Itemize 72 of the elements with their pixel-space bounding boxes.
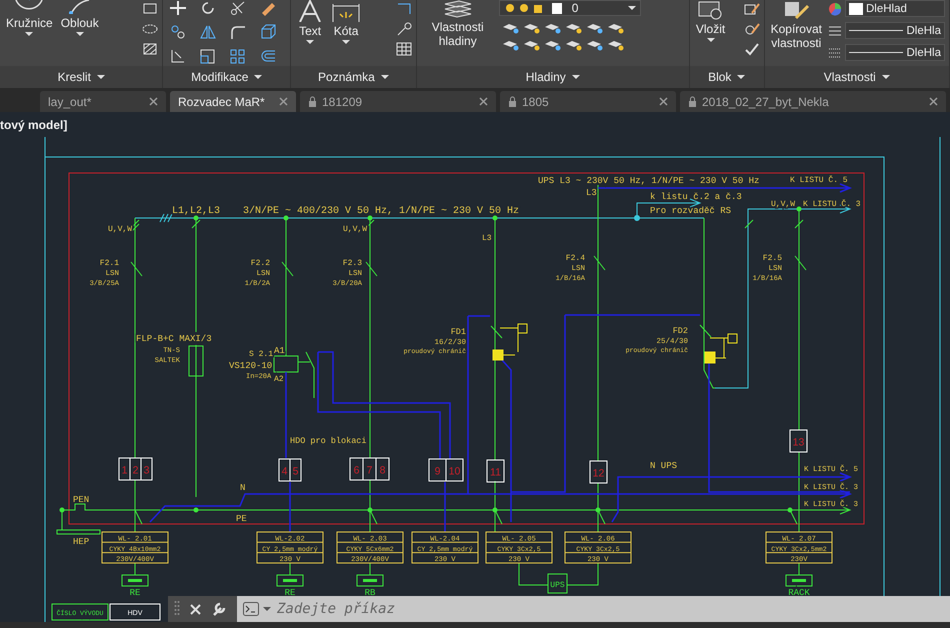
schematic-label: U,V,W	[771, 200, 796, 209]
schematic-label: UPS L3 ~ 230V 50 Hz, 1/N/PE ~ 230 V 50 Hz	[538, 176, 760, 186]
terminal-number: 5	[292, 466, 298, 478]
viewport-label[interactable]: tový model]	[0, 112, 68, 137]
schematic-label: K LISTU Č. 3	[803, 200, 861, 209]
schematic-label: FLP-B+C MAXI/3	[136, 334, 212, 344]
terminal-number: 4	[282, 466, 288, 478]
schematic-label: PE	[236, 514, 247, 524]
load-label: RE	[284, 588, 296, 598]
circle-tool[interactable]: Kružnice	[4, 0, 55, 36]
layer-dropdown[interactable]: 0	[498, 0, 641, 16]
schematic-label: N	[240, 483, 246, 493]
schematic-label: U,V,W	[108, 225, 132, 234]
file-tab[interactable]: 1805	[500, 91, 676, 112]
terminal-number: 9	[434, 466, 440, 478]
panel-title[interactable]: Vlastnosti	[764, 66, 949, 88]
panel-title[interactable]: Poznámka	[291, 66, 416, 88]
insert-block-tool[interactable]: Vložit	[694, 0, 728, 42]
file-tab[interactable]: Rozvadec MaR*	[170, 91, 296, 112]
file-tab[interactable]: 181209	[300, 91, 496, 112]
terminal-number: 10	[448, 466, 460, 478]
schematic-label: HEP	[73, 537, 90, 547]
schematic-label: K LISTU Č. 5	[790, 176, 848, 185]
text-tool[interactable]: Text	[295, 0, 326, 44]
terminal-number: 3	[144, 464, 150, 476]
terminal-number: 6	[354, 464, 360, 476]
breaker-name: F2.3	[342, 259, 362, 268]
schematic-label: VS120-10	[229, 361, 272, 371]
breaker-name: F2.4	[566, 254, 585, 263]
breaker-name: F2.1	[100, 259, 119, 268]
command-field[interactable]: Zadejte příkaz	[237, 596, 950, 622]
breaker-name: F2.5	[762, 254, 782, 263]
dimension-tool[interactable]: Kóta	[329, 0, 364, 44]
color-dropdown[interactable]: DleHlad	[845, 0, 945, 17]
panel-title[interactable]: Blok	[690, 66, 764, 88]
schematic-label: HDO pro blokaci	[290, 436, 367, 446]
terminal-number: 8	[380, 464, 386, 476]
schematic-label: L3	[586, 188, 597, 198]
terminal-number: 7	[366, 464, 372, 476]
terminal-number: 1	[122, 464, 128, 476]
schematic-label: S 2.1	[249, 350, 274, 359]
schematic-label: PEN	[73, 495, 90, 505]
arc-tool[interactable]: Oblouk	[58, 0, 101, 36]
file-tab[interactable]: 2018_02_27_byt_Nekla	[680, 91, 946, 112]
terminal-number: 2	[132, 464, 138, 476]
terminal-number: 13	[792, 436, 804, 448]
load-label: RACK	[788, 588, 810, 598]
schematic-label: U,V,W	[343, 225, 368, 234]
schematic-label: A2	[274, 375, 284, 384]
schematic-label: L3	[482, 234, 492, 243]
property-dropdown[interactable]: DleHla	[845, 44, 945, 61]
panel-title[interactable]: Hladiny	[416, 66, 689, 88]
load-label: RB	[364, 588, 376, 598]
schematic-label: Pro rozvaděč RS	[650, 206, 732, 216]
rcd-name: FD1	[450, 327, 466, 337]
schematic-label: A1	[274, 346, 285, 356]
property-dropdown[interactable]: DleHla	[845, 22, 945, 39]
schematic-label: k listu č.2 a č.3	[650, 192, 742, 202]
schematic-label: 3/N/PE ~ 400/230 V 50 Hz, 1/N/PE ~ 230 V 50 Hz	[243, 206, 520, 217]
terminal-number: 12	[592, 468, 604, 480]
load-label: RE	[130, 588, 140, 598]
panel-title[interactable]: Modifikace	[163, 66, 290, 88]
schematic-label: N UPS	[650, 461, 678, 471]
ups-label: UPS	[550, 581, 565, 590]
breaker-name: F2.2	[250, 259, 270, 268]
terminal-number: 11	[490, 466, 501, 478]
schematic-label: L1,L2,L3	[172, 206, 220, 217]
rcd-name: FD2	[672, 326, 688, 336]
panel-title[interactable]: Kreslit	[0, 66, 162, 88]
match-properties-tool[interactable]: Kopírovat vlastnosti	[768, 0, 824, 50]
layer-properties-tool[interactable]: Vlastnosti hladiny	[420, 0, 495, 48]
file-tab[interactable]: lay_out*	[40, 91, 166, 112]
